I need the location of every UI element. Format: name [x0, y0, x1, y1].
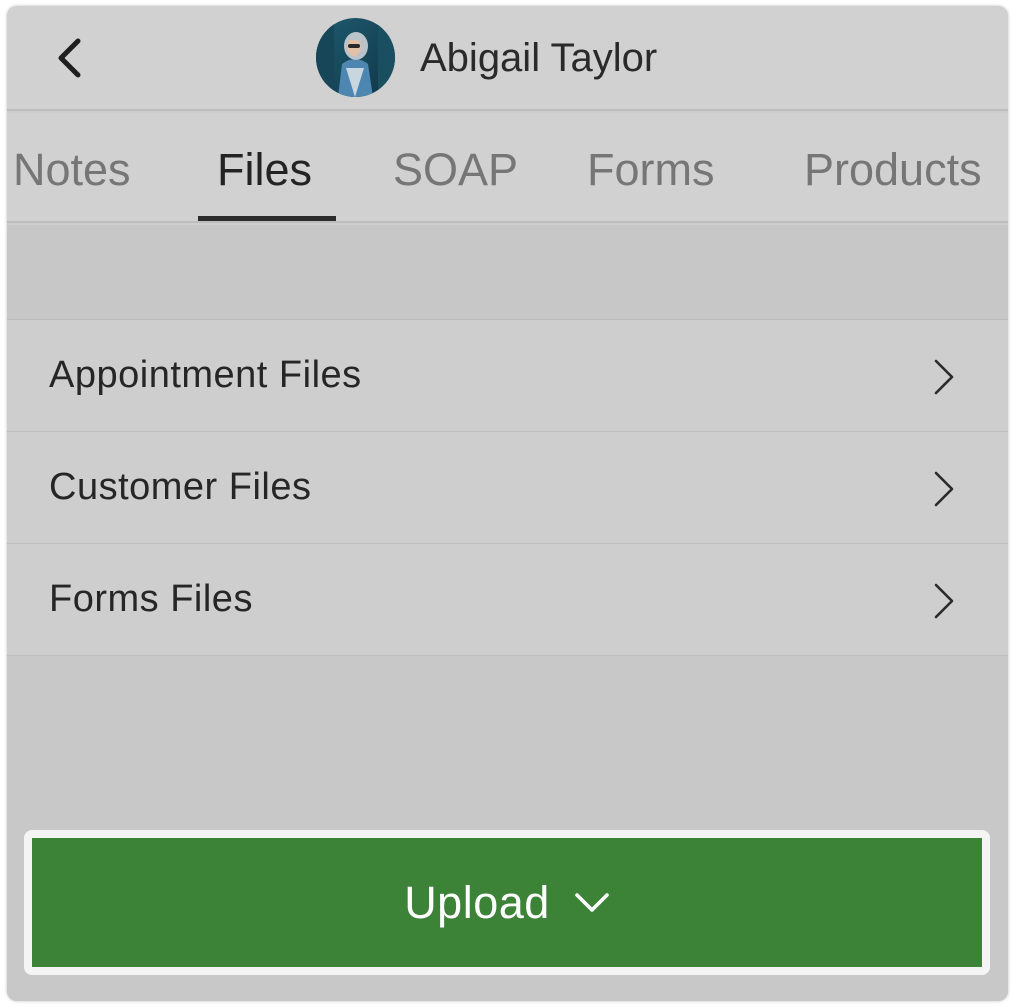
back-button[interactable]: [47, 32, 91, 84]
user-avatar-photo: [316, 18, 395, 97]
list-item-label: Customer Files: [49, 466, 312, 508]
upload-button-container: Upload: [24, 830, 990, 975]
tab-products[interactable]: Products: [804, 143, 982, 197]
file-category-list: Appointment Files Customer Files Forms F…: [7, 319, 1008, 656]
chevron-down-icon: [574, 892, 609, 912]
chevron-left-icon: [58, 38, 81, 78]
user-name: Abigail Taylor: [420, 36, 658, 80]
list-item-label: Forms Files: [49, 578, 253, 620]
list-item-appointment-files[interactable]: Appointment Files: [7, 320, 1008, 432]
avatar[interactable]: [316, 18, 395, 97]
active-tab-indicator: [198, 216, 336, 221]
app-frame: Abigail Taylor Notes Files SOAP Forms Pr…: [7, 6, 1008, 1001]
list-item-label: Appointment Files: [49, 354, 362, 396]
chevron-right-icon: [934, 583, 954, 619]
tab-soap[interactable]: SOAP: [393, 143, 518, 197]
list-item-forms-files[interactable]: Forms Files: [7, 544, 1008, 656]
upload-button[interactable]: Upload: [32, 838, 982, 967]
tab-files[interactable]: Files: [217, 143, 312, 197]
tab-bar: Notes Files SOAP Forms Products: [7, 113, 1008, 223]
tab-notes[interactable]: Notes: [13, 143, 131, 197]
section-spacer: [7, 225, 1008, 319]
chevron-right-icon: [934, 471, 954, 507]
header-bar: Abigail Taylor: [7, 6, 1008, 111]
chevron-right-icon: [934, 359, 954, 395]
tab-forms[interactable]: Forms: [587, 143, 715, 197]
upload-label: Upload: [404, 876, 550, 928]
list-item-customer-files[interactable]: Customer Files: [7, 432, 1008, 544]
